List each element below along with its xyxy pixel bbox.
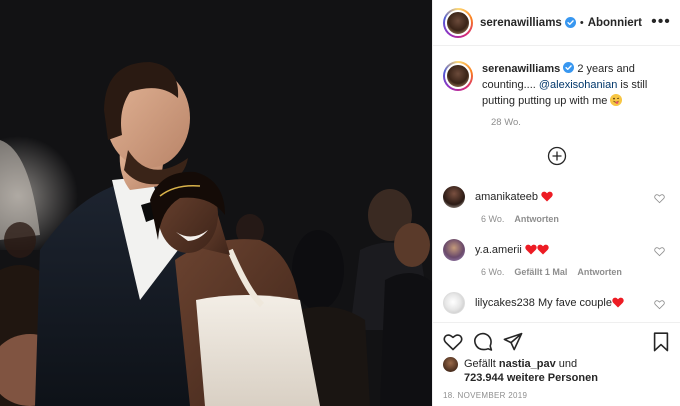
liker-username[interactable]: nastia_pav [499, 358, 556, 370]
comment-meta: 6 Wo. Antworten [481, 214, 671, 224]
comment-body: My fave couple [537, 297, 612, 309]
comment-time: 6 Wo. [481, 267, 505, 277]
comment-avatar[interactable] [443, 186, 465, 208]
caption-avatar[interactable] [443, 61, 473, 91]
verified-badge-icon [564, 17, 576, 28]
comment-time: 6 Wo. [481, 214, 505, 224]
red-heart-emoji-icon [541, 191, 553, 202]
caption-text: serenawilliams 2 years and counting.... … [482, 61, 668, 109]
avatar-image [445, 63, 471, 89]
reply-button[interactable]: Antworten [577, 267, 622, 277]
profile-avatar[interactable] [443, 7, 473, 38]
caption-username[interactable]: serenawilliams [482, 63, 560, 75]
more-options-icon[interactable]: ••• [651, 12, 671, 32]
comment-likes-count[interactable]: Gefällt 1 Mal [514, 267, 567, 277]
red-heart-emoji-icon [525, 244, 537, 255]
heart-icon[interactable] [443, 332, 463, 352]
comment-like-heart-icon[interactable] [654, 193, 665, 204]
comment-item: amanikateeb 6 Wo. Antworten [443, 186, 671, 224]
comment-text: y.a.amerii [475, 243, 549, 257]
comment-username[interactable]: amanikateeb [475, 191, 538, 203]
post-date: 18. NOVEMBER 2019 [443, 391, 528, 400]
plus-circle-icon[interactable] [547, 146, 567, 166]
share-icon[interactable] [503, 332, 523, 352]
comment-text: lilycakes238 My fave couple [475, 296, 624, 310]
post-photo[interactable] [0, 0, 432, 406]
header-separator: • [579, 16, 584, 29]
avatar-image [445, 9, 471, 36]
caption-mention-link[interactable]: @alexisohanian [539, 79, 617, 91]
comment-item: lilycakes238 My fave couple [443, 292, 671, 314]
liker-avatar[interactable] [443, 357, 458, 372]
comment-username[interactable]: y.a.amerii [475, 244, 522, 256]
comment-meta: 6 Wo. Gefällt 1 Mal Antworten [481, 267, 671, 277]
comment-text: amanikateeb [475, 190, 553, 204]
post-header: serenawilliams • Abonniert ••• [433, 0, 680, 46]
likes-prefix: Gefällt [464, 358, 499, 370]
comment-like-heart-icon[interactable] [654, 299, 665, 310]
follow-status-button[interactable]: Abonniert [588, 17, 642, 29]
post-caption: serenawilliams 2 years and counting.... … [443, 61, 671, 128]
comment-avatar[interactable] [443, 239, 465, 261]
red-heart-emoji-icon [612, 297, 624, 308]
comment-icon[interactable] [473, 332, 493, 352]
likes-text: Gefällt nastia_pav und 723.944 weitere P… [464, 357, 598, 385]
header-username[interactable]: serenawilliams [480, 17, 562, 29]
red-heart-emoji-icon [537, 244, 549, 255]
comment-avatar[interactable] [443, 292, 465, 314]
couple-photo-illustration [0, 0, 432, 406]
bookmark-icon[interactable] [651, 332, 671, 352]
verified-badge-icon [563, 62, 575, 73]
likes-summary: Gefällt nastia_pav und 723.944 weitere P… [443, 357, 598, 385]
winking-tongue-emoji-icon [610, 94, 623, 106]
comment-like-heart-icon[interactable] [654, 246, 665, 257]
reply-button[interactable]: Antworten [514, 214, 559, 224]
likes-middle: und [555, 358, 578, 370]
comment-username[interactable]: lilycakes238 [475, 297, 535, 309]
post-side-panel: serenawilliams • Abonniert ••• serenawil… [432, 0, 680, 406]
comment-item: y.a.amerii 6 Wo. Gefällt 1 Mal Antworten [443, 239, 671, 277]
caption-timestamp: 28 Wo. [491, 117, 521, 128]
likes-count-link[interactable]: 723.944 weitere Personen [464, 372, 598, 384]
post-actions: Gefällt nastia_pav und 723.944 weitere P… [433, 322, 680, 406]
